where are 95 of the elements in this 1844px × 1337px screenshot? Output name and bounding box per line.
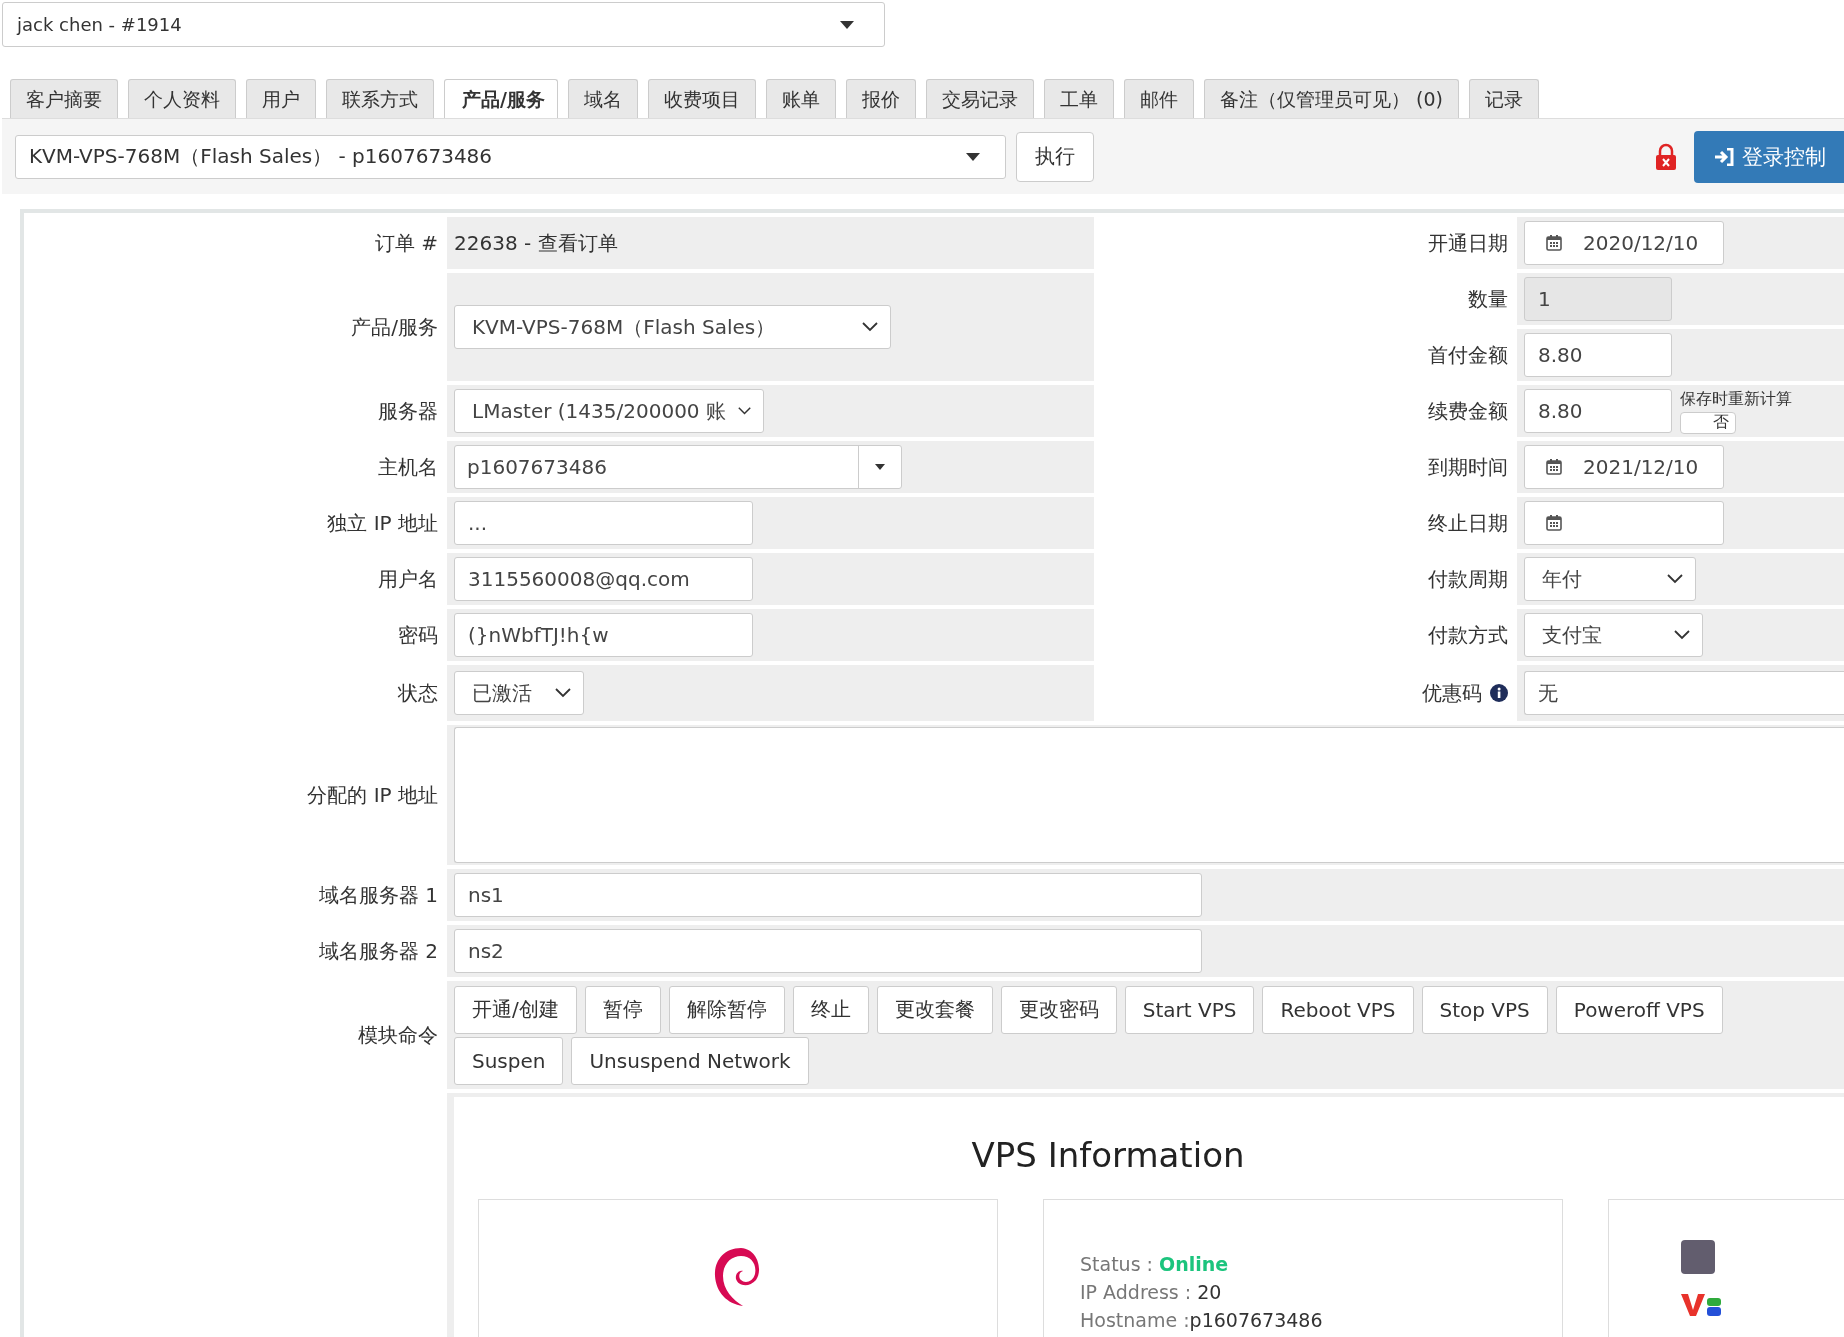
input-field[interactable]: 8.80 <box>1524 333 1672 377</box>
tab[interactable]: 报价 <box>845 79 916 119</box>
select-field[interactable]: 支付宝 <box>1524 613 1703 657</box>
select-field[interactable]: 年付 <box>1524 557 1696 601</box>
command-button[interactable]: Suspen <box>454 1036 564 1085</box>
command-button[interactable]: Start VPS <box>1124 985 1255 1034</box>
field-label: 域名服务器 1 <box>317 881 439 909</box>
field-label: 数量 <box>1468 285 1508 313</box>
lock-icon[interactable] <box>1654 142 1678 171</box>
field-label: 订单 # <box>373 229 439 257</box>
tab[interactable]: 联系方式 <box>326 79 434 119</box>
status-value: Online <box>1159 1253 1229 1275</box>
select-field[interactable]: LMaster (1435/200000 账 <box>454 389 764 433</box>
command-button[interactable]: 暂停 <box>584 985 661 1034</box>
command-button[interactable]: Unsuspend Network <box>571 1036 809 1085</box>
command-button[interactable]: 更改套餐 <box>876 985 993 1034</box>
field-label: 首付金额 <box>1428 341 1508 369</box>
logo-icon <box>1681 1294 1723 1316</box>
date-field[interactable]: 2020/12/10 <box>1524 221 1724 265</box>
hostname-label: Hostname : <box>1080 1309 1190 1331</box>
caret-icon <box>875 464 885 470</box>
field-label: 开通日期 <box>1428 229 1508 257</box>
tab[interactable]: 账单 <box>765 79 836 119</box>
tab[interactable]: 用户 <box>246 79 316 119</box>
select-field[interactable]: 已激活 <box>454 671 584 715</box>
tab[interactable]: 工单 <box>1043 79 1114 119</box>
command-button[interactable]: Reboot VPS <box>1262 985 1414 1034</box>
input-field[interactable]: 3115560008@qq.com <box>454 557 753 601</box>
command-button[interactable]: 开通/创建 <box>454 985 577 1034</box>
info-icon[interactable] <box>1490 684 1508 702</box>
field-label: 终止日期 <box>1428 509 1508 537</box>
tab[interactable]: 邮件 <box>1123 79 1194 119</box>
caret-icon <box>966 152 980 161</box>
input-field[interactable]: ... <box>454 501 753 545</box>
client-select[interactable]: jack chen - #1914 <box>2 2 885 47</box>
ip-label: IP Address : <box>1080 1281 1192 1303</box>
panel-title: VPS Information <box>970 1135 1246 1175</box>
field-label: 到期时间 <box>1428 453 1508 481</box>
tab[interactable]: 记录 <box>1468 79 1539 119</box>
order-link[interactable]: 22638 - 查看订单 <box>454 229 618 257</box>
field-label: 模块命令 <box>357 1021 439 1049</box>
command-button[interactable]: 终止 <box>792 985 869 1034</box>
command-button[interactable]: Poweroff VPS <box>1555 985 1723 1034</box>
field-label: 优惠码 <box>1422 679 1482 707</box>
calendar-icon <box>1545 514 1563 532</box>
command-button[interactable]: 解除暂停 <box>668 985 785 1034</box>
calendar-icon <box>1545 458 1563 476</box>
ip-value: 20 <box>1197 1281 1222 1303</box>
field-label: 产品/服务 <box>350 313 439 341</box>
field-label: 用户名 <box>377 565 439 593</box>
square-icon <box>1681 1240 1715 1274</box>
chevron-down-icon <box>555 688 571 698</box>
input-field: 1 <box>1524 277 1672 321</box>
command-button[interactable]: 更改密码 <box>1000 985 1117 1034</box>
field-label: 独立 IP 地址 <box>326 509 439 537</box>
nameserver-field[interactable]: ns1 <box>454 873 1202 917</box>
hostname-value: p1607673486 <box>1189 1309 1323 1331</box>
input-field[interactable]: (}nWbfTJ!h{w <box>454 613 753 657</box>
tab[interactable]: 备注（仅管理员可见） (0) <box>1203 79 1459 119</box>
field-label: 服务器 <box>377 397 439 425</box>
chevron-down-icon <box>1674 630 1690 640</box>
field-label: 分配的 IP 地址 <box>306 781 439 809</box>
tab[interactable]: 收费项目 <box>647 79 756 119</box>
field-label: 域名服务器 2 <box>317 937 439 965</box>
chevron-down-icon <box>737 406 751 416</box>
sign-in-icon <box>1714 147 1734 166</box>
field-label: 付款周期 <box>1428 565 1508 593</box>
input-field[interactable]: 无 <box>1524 671 1844 715</box>
service-select[interactable]: KVM-VPS-768M（Flash Sales） - p1607673486 <box>15 134 1006 179</box>
tab[interactable]: 产品/服务 <box>444 79 558 120</box>
tab[interactable]: 交易记录 <box>925 79 1034 119</box>
field-label: 续费金额 <box>1428 397 1508 425</box>
select-field[interactable]: KVM-VPS-768M（Flash Sales） <box>454 305 891 349</box>
date-field[interactable] <box>1524 501 1724 545</box>
status-label: Status : <box>1080 1253 1153 1275</box>
caret-icon <box>840 20 854 29</box>
field-label: 主机名 <box>377 453 439 481</box>
date-field[interactable]: 2021/12/10 <box>1524 445 1724 489</box>
chevron-down-icon <box>862 322 878 332</box>
field-label: 状态 <box>397 679 439 707</box>
tab[interactable]: 域名 <box>567 79 638 119</box>
recalculate-label: 保存时重新计算 <box>1680 388 1792 410</box>
run-button[interactable]: 执行 <box>1016 131 1094 182</box>
field-label: 付款方式 <box>1428 621 1508 649</box>
field-label: 密码 <box>397 621 439 649</box>
combo-field[interactable]: p1607673486 <box>454 445 902 489</box>
command-button[interactable]: Stop VPS <box>1421 985 1548 1034</box>
chevron-down-icon <box>1667 574 1683 584</box>
tab[interactable]: 个人资料 <box>128 79 236 119</box>
nameserver-field[interactable]: ns2 <box>454 929 1202 973</box>
tab[interactable]: 客户摘要 <box>10 79 118 119</box>
calendar-icon <box>1545 234 1563 252</box>
input-field[interactable]: 8.80 <box>1524 389 1672 433</box>
toggle-switch[interactable]: 否 <box>1680 411 1736 434</box>
login-button[interactable]: 登录控制 <box>1694 130 1844 183</box>
